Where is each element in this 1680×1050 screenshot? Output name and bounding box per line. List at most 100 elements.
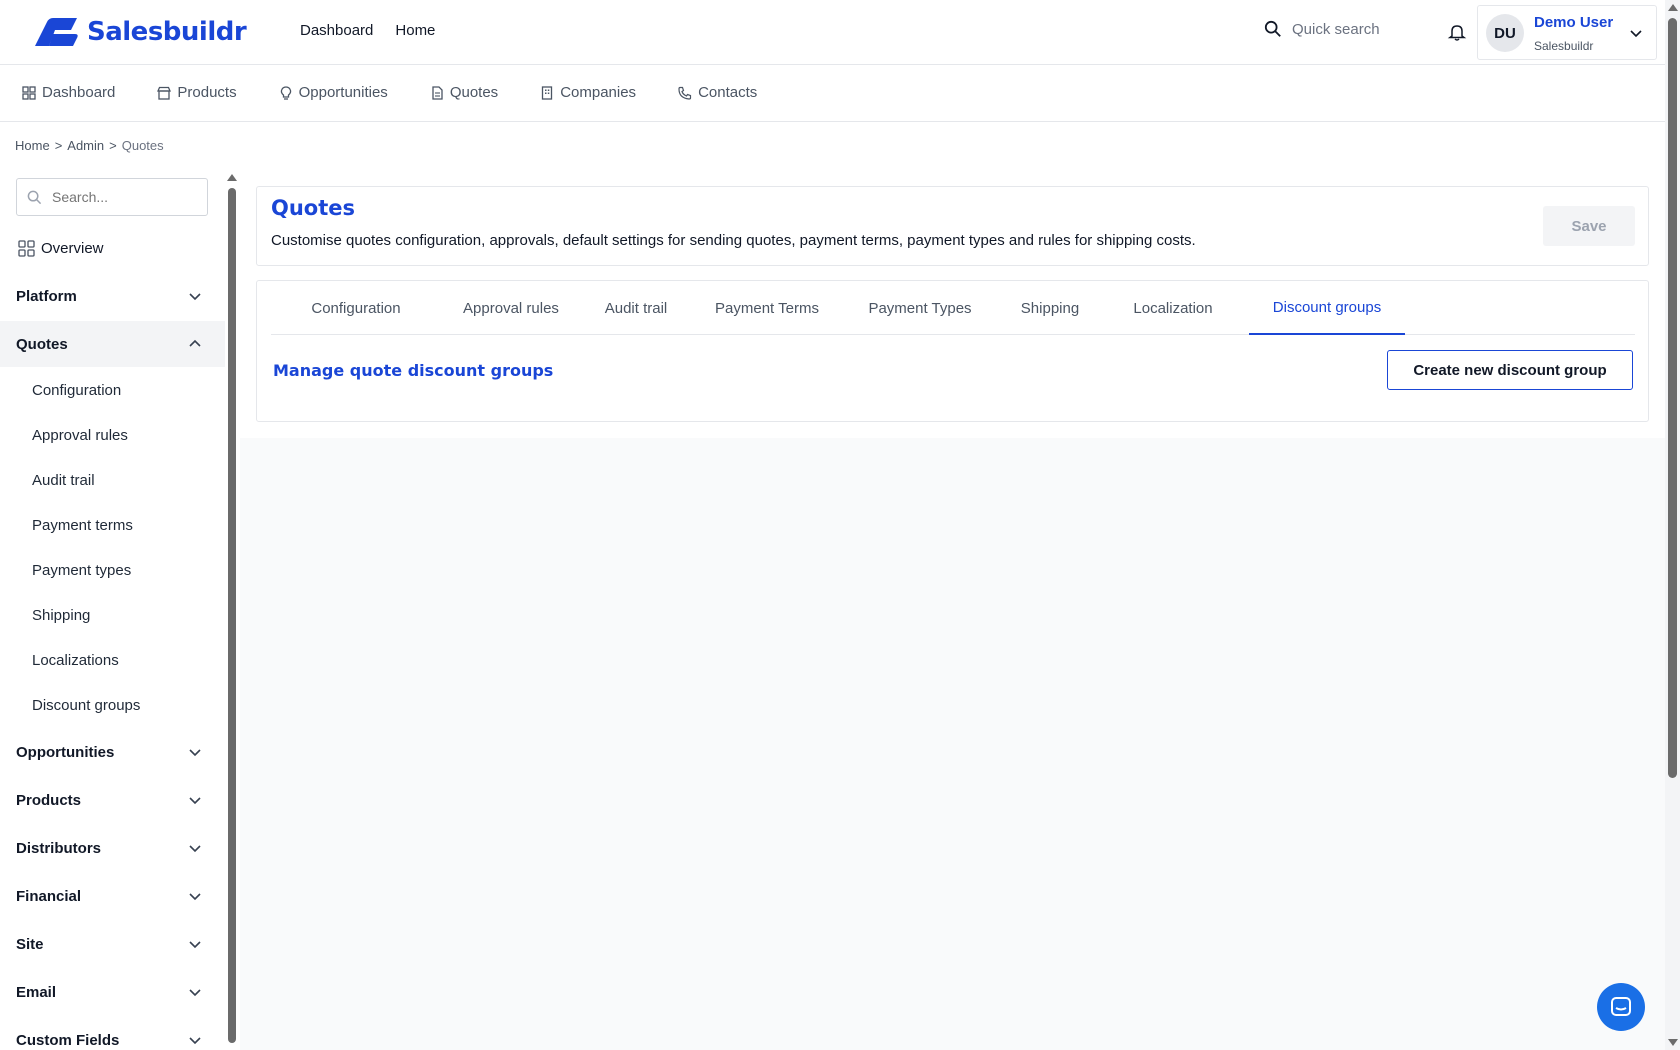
quotes-settings-card: Configuration Approval rules Audit trail… [256, 280, 1649, 422]
sidebar-item-discount-groups[interactable]: Discount groups [32, 697, 140, 714]
sidebar-section-label: Custom Fields [16, 1031, 120, 1049]
breadcrumb-current: Quotes [121, 138, 164, 153]
sidebar-item-payment-types[interactable]: Payment types [32, 562, 131, 579]
tab-configuration[interactable]: Configuration [271, 281, 441, 335]
module-nav-contacts[interactable]: Contacts [678, 84, 757, 101]
scroll-down-icon[interactable] [1668, 1039, 1678, 1046]
sidebar-section-label: Opportunities [16, 743, 115, 761]
create-discount-group-button[interactable]: Create new discount group [1387, 350, 1633, 390]
store-icon [157, 86, 172, 100]
chevron-down-icon [189, 845, 201, 853]
chevron-up-icon [189, 339, 201, 347]
section-heading: Manage quote discount groups [273, 361, 554, 380]
sidebar-section-label: Site [16, 935, 44, 953]
phone-icon [678, 86, 692, 100]
save-button[interactable]: Save [1543, 206, 1635, 246]
sidebar-section-label: Financial [16, 887, 82, 905]
document-icon [432, 85, 443, 100]
avatar: DU [1486, 14, 1524, 52]
tab-approval-rules[interactable]: Approval rules [441, 281, 581, 335]
salesbuildr-logo-icon [35, 18, 78, 46]
chevron-down-icon [189, 293, 201, 301]
sidebar-item-approval-rules[interactable]: Approval rules [32, 427, 128, 444]
module-nav-dashboard[interactable]: Dashboard [22, 84, 115, 101]
chat-icon [1611, 997, 1631, 1016]
breadcrumb: Home > Admin > Quotes [15, 138, 164, 153]
quick-search[interactable]: Quick search [1264, 20, 1380, 38]
tab-audit-trail[interactable]: Audit trail [581, 281, 691, 335]
module-nav-companies[interactable]: Companies [540, 84, 636, 101]
module-nav-label: Companies [560, 84, 637, 101]
module-nav-label: Opportunities [298, 84, 388, 101]
module-nav-label: Dashboard [42, 84, 116, 101]
sidebar-section-platform[interactable]: Platform [0, 273, 225, 319]
breadcrumb-admin[interactable]: Admin [67, 138, 104, 153]
sidebar-scrollbar[interactable] [226, 168, 238, 1050]
sidebar-item-localizations[interactable]: Localizations [32, 652, 119, 669]
brand-logo[interactable]: Salesbuildr [33, 16, 247, 48]
grid-icon [18, 240, 35, 257]
lightbulb-icon [280, 85, 291, 100]
sidebar-item-configuration[interactable]: Configuration [32, 382, 121, 399]
settings-tabs: Configuration Approval rules Audit trail… [271, 281, 1635, 335]
chevron-down-icon [189, 749, 201, 757]
sidebar-item-audit-trail[interactable]: Audit trail [32, 472, 95, 489]
scroll-up-icon[interactable] [1668, 4, 1678, 11]
user-menu[interactable]: DU Demo User Salesbuildr [1477, 5, 1657, 60]
sidebar-section-site[interactable]: Site [0, 921, 225, 967]
module-nav-label: Contacts [698, 84, 758, 101]
module-nav-label: Products [177, 84, 237, 101]
tab-payment-types[interactable]: Payment Types [843, 281, 997, 335]
sidebar-search-input[interactable] [52, 189, 192, 205]
page-title: Quotes [271, 196, 356, 220]
chevron-down-icon [189, 941, 201, 949]
module-nav-quotes[interactable]: Quotes [430, 84, 498, 101]
breadcrumb-separator: > [109, 138, 117, 153]
sidebar-section-label: Distributors [16, 839, 102, 857]
module-nav: Dashboard Products Opportunities Quotes … [0, 65, 1665, 122]
sidebar-section-products[interactable]: Products [0, 777, 225, 823]
scroll-up-icon[interactable] [227, 174, 237, 181]
chevron-down-icon [189, 1037, 201, 1045]
main-background [240, 438, 1665, 1050]
scrollbar-thumb[interactable] [1668, 18, 1677, 778]
tab-localization[interactable]: Localization [1103, 281, 1243, 335]
tab-shipping[interactable]: Shipping [997, 281, 1103, 335]
sidebar-section-quotes[interactable]: Quotes [0, 321, 225, 367]
chevron-down-icon [189, 797, 201, 805]
sidebar-item-overview[interactable]: Overview [18, 240, 104, 257]
chat-launcher[interactable] [1597, 983, 1645, 1031]
sidebar-section-email[interactable]: Email [0, 969, 225, 1015]
module-nav-products[interactable]: Products [157, 84, 237, 101]
sidebar-section-label: Quotes [16, 335, 68, 353]
scrollbar-thumb[interactable] [228, 188, 236, 1043]
sidebar-item-shipping[interactable]: Shipping [32, 607, 90, 624]
page-description: Customise quotes configuration, approval… [271, 232, 1196, 249]
quick-search-placeholder[interactable]: Quick search [1292, 21, 1380, 38]
sidebar-item-payment-terms[interactable]: Payment terms [32, 517, 133, 534]
sidebar-item-label: Overview [41, 240, 104, 257]
sidebar-section-custom-fields[interactable]: Custom Fields [0, 1017, 225, 1050]
user-org: Salesbuildr [1534, 39, 1594, 53]
breadcrumb-separator: > [54, 138, 63, 153]
admin-sidebar: Overview Platform Quotes Configuration A… [0, 168, 225, 1050]
tab-discount-groups[interactable]: Discount groups [1249, 281, 1405, 335]
chevron-down-icon [189, 893, 201, 901]
module-nav-opportunities[interactable]: Opportunities [279, 84, 388, 101]
sidebar-section-label: Platform [16, 287, 77, 305]
chevron-down-icon [1630, 30, 1642, 38]
sidebar-section-opportunities[interactable]: Opportunities [0, 729, 225, 775]
user-name: Demo User [1534, 14, 1614, 31]
tab-payment-terms[interactable]: Payment Terms [691, 281, 843, 335]
sidebar-section-label: Products [16, 791, 82, 809]
top-nav: Dashboard Home [300, 22, 435, 39]
top-header: Salesbuildr Dashboard Home Quick search … [0, 0, 1665, 65]
top-nav-dashboard[interactable]: Dashboard [300, 22, 373, 39]
breadcrumb-home[interactable]: Home [15, 138, 50, 153]
top-nav-home[interactable]: Home [395, 22, 435, 39]
sidebar-section-financial[interactable]: Financial [0, 873, 225, 919]
sidebar-search[interactable] [16, 178, 208, 216]
page-scrollbar[interactable] [1665, 0, 1680, 1050]
bell-icon[interactable] [1447, 22, 1467, 42]
sidebar-section-distributors[interactable]: Distributors [0, 825, 225, 871]
